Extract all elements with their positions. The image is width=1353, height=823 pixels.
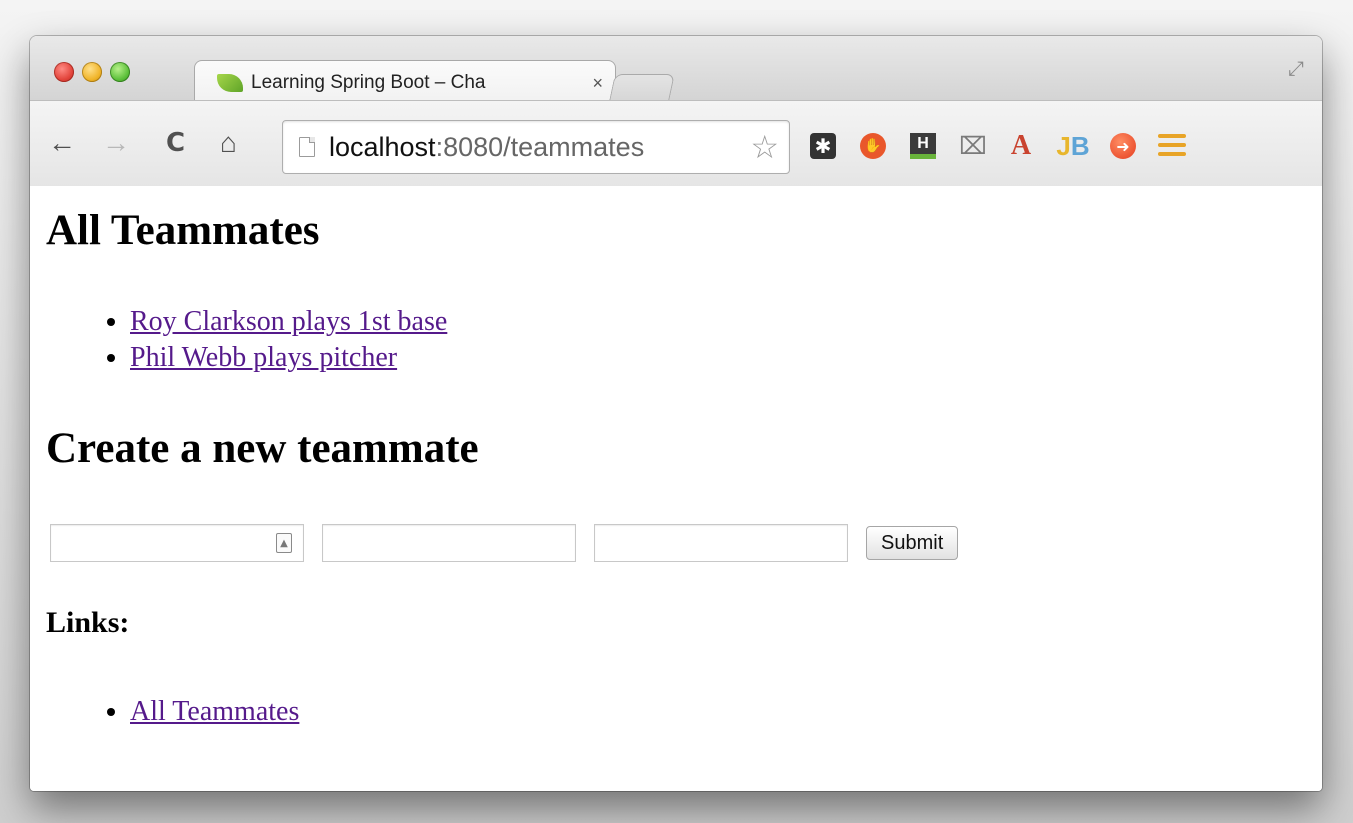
browser-window: Learning Spring Boot – Cha × ⤢ ← → C ⌂ l… bbox=[30, 36, 1322, 791]
list-item: All Teammates bbox=[130, 694, 299, 730]
bookmark-star-icon[interactable]: ☆ bbox=[750, 128, 779, 166]
address-bar[interactable]: localhost:8080/teammates ☆ bbox=[282, 120, 790, 174]
last-name-input[interactable] bbox=[322, 524, 576, 562]
first-name-input[interactable] bbox=[50, 524, 304, 562]
close-icon[interactable]: × bbox=[592, 73, 603, 94]
spring-leaf-icon bbox=[217, 74, 243, 92]
list-item: Roy Clarkson plays 1st base bbox=[130, 304, 447, 340]
heading-links: Links: bbox=[46, 606, 130, 639]
position-input[interactable] bbox=[594, 524, 848, 562]
extension-hand-icon[interactable]: ✋ bbox=[860, 133, 886, 159]
teammate-link[interactable]: Phil Webb plays pitcher bbox=[130, 342, 397, 373]
extension-asterisk-icon[interactable]: ✱ bbox=[810, 133, 836, 159]
extension-jb-icon[interactable]: JB bbox=[1056, 131, 1090, 161]
create-teammate-form: ▲ Submit bbox=[50, 524, 959, 562]
contact-card-icon[interactable]: ▲ bbox=[276, 533, 292, 553]
forward-arrow-icon[interactable]: → bbox=[102, 129, 130, 157]
all-teammates-link[interactable]: All Teammates bbox=[130, 696, 299, 727]
page-icon bbox=[299, 137, 315, 157]
browser-toolbar: ← → C ⌂ localhost:8080/teammates ☆ ✱ ✋ H… bbox=[30, 100, 1322, 188]
back-arrow-icon[interactable]: ← bbox=[48, 129, 76, 157]
reload-icon[interactable]: C bbox=[166, 129, 185, 157]
list-item: Phil Webb plays pitcher bbox=[130, 340, 447, 376]
extension-circle-icon[interactable]: ➜ bbox=[1110, 133, 1136, 159]
new-tab-button[interactable] bbox=[609, 74, 675, 101]
home-icon[interactable]: ⌂ bbox=[220, 129, 237, 157]
teammate-list: Roy Clarkson plays 1st base Phil Webb pl… bbox=[92, 304, 447, 376]
tab-title: Learning Spring Boot – Cha bbox=[251, 72, 486, 93]
url-text[interactable]: localhost:8080/teammates bbox=[329, 132, 750, 163]
links-list: All Teammates bbox=[92, 694, 299, 730]
teammate-link[interactable]: Roy Clarkson plays 1st base bbox=[130, 306, 447, 337]
fullscreen-icon[interactable]: ⤢ bbox=[1288, 58, 1304, 81]
submit-button[interactable]: Submit bbox=[866, 526, 959, 560]
tab-strip: Learning Spring Boot – Cha × ⤢ bbox=[30, 36, 1322, 103]
cast-icon[interactable]: ⌧ bbox=[959, 132, 987, 160]
heading-all-teammates: All Teammates bbox=[46, 207, 320, 254]
extension-a-icon[interactable]: A bbox=[1008, 130, 1034, 161]
heading-create-teammate: Create a new teammate bbox=[46, 425, 479, 472]
menu-icon[interactable] bbox=[1158, 131, 1186, 159]
minimize-window-button[interactable] bbox=[82, 62, 102, 82]
zoom-window-button[interactable] bbox=[110, 62, 130, 82]
close-window-button[interactable] bbox=[54, 62, 74, 82]
tab-learning-spring-boot[interactable]: Learning Spring Boot – Cha × bbox=[194, 60, 616, 103]
page-content: All Teammates Roy Clarkson plays 1st bas… bbox=[30, 186, 1322, 791]
extension-h-icon[interactable]: H bbox=[910, 133, 936, 159]
